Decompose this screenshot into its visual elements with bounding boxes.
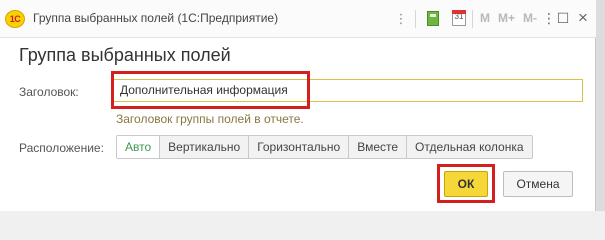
placement-option-horizontal[interactable]: Горизонтально bbox=[248, 136, 348, 158]
placement-option-auto[interactable]: Авто bbox=[117, 136, 160, 158]
dialog-window: 1С Группа выбранных полей (1С:Предприяти… bbox=[0, 0, 596, 211]
placement-label: Расположение: bbox=[19, 141, 104, 155]
header-input[interactable]: Дополнительная информация bbox=[113, 79, 583, 102]
memory-m-plus-button[interactable]: M+ bbox=[498, 11, 515, 25]
calendar-day: 31 bbox=[454, 12, 464, 21]
app-logo-icon: 1С bbox=[5, 10, 25, 28]
memory-m-button[interactable]: M bbox=[480, 11, 490, 25]
form-title: Группа выбранных полей bbox=[19, 45, 231, 65]
placement-selector: Авто Вертикально Горизонтально Вместе От… bbox=[116, 135, 533, 159]
placement-option-separate-column[interactable]: Отдельная колонка bbox=[406, 136, 532, 158]
ok-button[interactable]: ОК bbox=[444, 171, 488, 197]
menu-icon[interactable]: ⋮ bbox=[395, 9, 408, 29]
header-hint: Заголовок группы полей в отчете. bbox=[116, 112, 304, 126]
placement-option-together[interactable]: Вместе bbox=[348, 136, 406, 158]
title-bar: 1С Группа выбранных полей (1С:Предприяти… bbox=[0, 0, 596, 38]
toolbar-separator bbox=[472, 10, 473, 28]
window-title: Группа выбранных полей (1С:Предприятие) bbox=[33, 11, 278, 25]
memory-m-minus-button[interactable]: M- bbox=[523, 11, 537, 25]
restore-icon[interactable]: ☐ bbox=[555, 9, 571, 27]
placement-option-vertical[interactable]: Вертикально bbox=[159, 136, 248, 158]
toolbar-separator bbox=[415, 10, 416, 28]
cancel-button[interactable]: Отмена bbox=[503, 171, 573, 197]
close-icon[interactable]: × bbox=[575, 9, 591, 27]
window-title-name: Группа выбранных полей bbox=[33, 11, 175, 25]
calendar-icon[interactable]: 31 bbox=[452, 10, 466, 26]
background-window-edge bbox=[596, 0, 605, 211]
header-label: Заголовок: bbox=[19, 85, 79, 99]
calculator-icon[interactable] bbox=[427, 11, 439, 26]
window-title-app: (1С:Предприятие) bbox=[177, 11, 279, 25]
